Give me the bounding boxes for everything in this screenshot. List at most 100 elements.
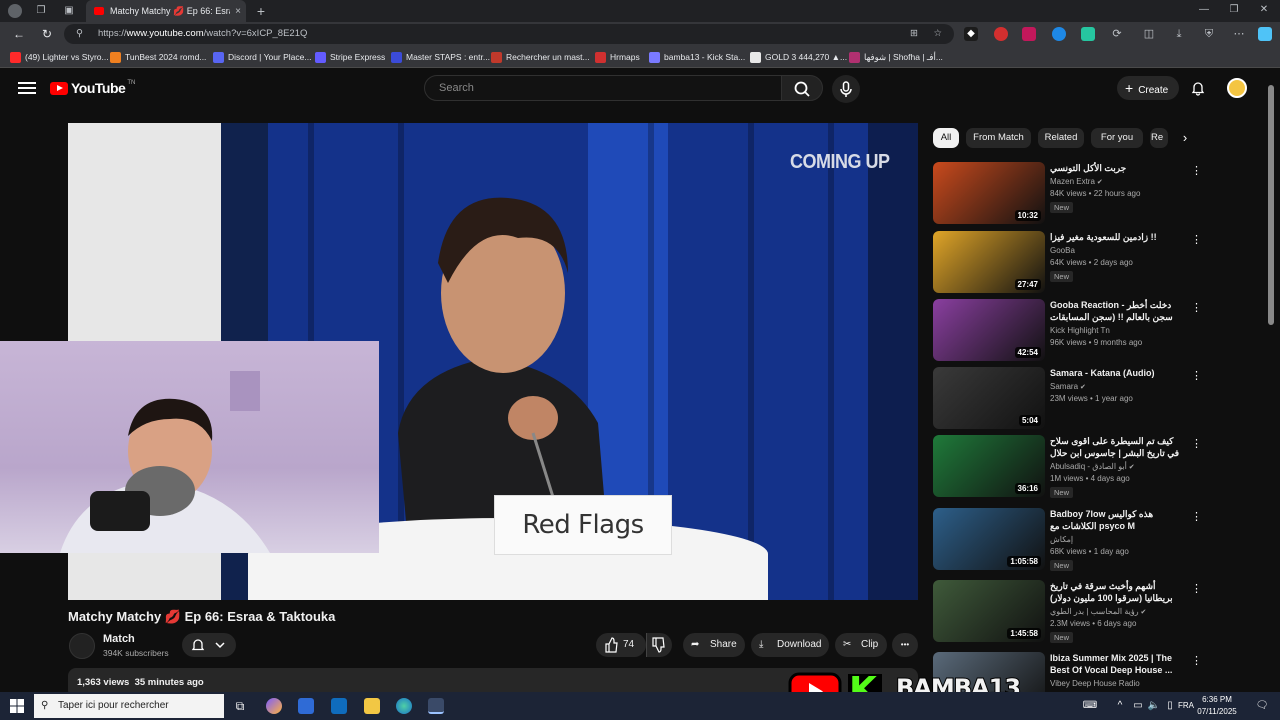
browser-menu-icon[interactable]: ⋯	[1232, 27, 1246, 41]
close-window-icon[interactable]: ✕	[1256, 3, 1272, 17]
store-icon[interactable]	[298, 698, 314, 714]
windows-start-icon[interactable]	[9, 698, 25, 714]
restore-icon[interactable]: ❐	[1226, 3, 1242, 17]
video-thumbnail[interactable]: 42:54	[933, 299, 1045, 361]
video-options-kebab-icon[interactable]: ⋮	[1191, 233, 1202, 246]
voice-search-button[interactable]	[832, 75, 860, 103]
downloads-icon[interactable]: ⤓	[1172, 27, 1186, 41]
recommended-channel[interactable]: إمكاش	[1050, 535, 1073, 544]
recommended-video[interactable]: 1:05:58 Badboy 7low هذه كواليس الكلاشات م…	[933, 508, 1208, 571]
notifications-bell-icon[interactable]	[1190, 80, 1206, 96]
channel-name[interactable]: Match	[103, 633, 135, 645]
chip-related[interactable]: Related	[1038, 128, 1084, 148]
search-button[interactable]	[781, 75, 823, 101]
edge-icon[interactable]	[396, 698, 412, 714]
extension-green-icon[interactable]	[1081, 27, 1095, 41]
search-input[interactable]: Search	[424, 75, 782, 101]
download-button[interactable]: ⤓ Download	[751, 633, 829, 657]
copilot-icon[interactable]	[266, 698, 282, 714]
notification-center-icon[interactable]: 🗨	[1254, 698, 1270, 714]
recommended-title[interactable]: Samara - Katana (Audio)	[1050, 367, 1185, 379]
taskbar-search-input[interactable]: ⚲ Taper ici pour rechercher	[34, 694, 224, 718]
share-button[interactable]: ➦ Share	[683, 633, 745, 657]
recommended-channel[interactable]: Abulsadiq - أبو الصادق ✔	[1050, 462, 1135, 471]
reload-icon[interactable]: ↻	[40, 27, 54, 41]
video-options-kebab-icon[interactable]: ⋮	[1191, 510, 1202, 523]
file-explorer-icon[interactable]	[364, 698, 380, 714]
bookmark-item[interactable]: GOLD 3 444,270 ▲...	[750, 50, 847, 64]
mail-icon[interactable]	[331, 698, 347, 714]
volume-icon[interactable]: 🔈	[1146, 698, 1162, 714]
clip-button[interactable]: ✂ Clip	[835, 633, 887, 657]
bookmark-item[interactable]: Discord | Your Place...	[213, 50, 311, 64]
bookmark-item[interactable]: Rechercher un mast...	[491, 50, 590, 64]
recommended-video[interactable]: 27:47 زادمين للسعودية مغير فيزا !! GooBa 64…	[933, 231, 1208, 293]
video-thumbnail[interactable]: 36:16	[933, 435, 1045, 497]
tab-close-icon[interactable]: ×	[230, 6, 246, 17]
video-thumbnail[interactable]: 5:04	[933, 367, 1045, 429]
recommended-video[interactable]: 36:16 كيف تم السيطرة على اقوى سلاح في تار…	[933, 435, 1208, 498]
recommended-video[interactable]: 1:45:58 أشهم وأخبث سرقة في تاريخ بريطانيا…	[933, 580, 1208, 643]
bookmark-item[interactable]: شوفها | Shofha | أفـ...	[849, 50, 943, 64]
video-options-kebab-icon[interactable]: ⋮	[1191, 654, 1202, 667]
video-options-kebab-icon[interactable]: ⋮	[1191, 301, 1202, 314]
extension-pink-icon[interactable]	[1022, 27, 1036, 41]
extensions-puzzle-icon[interactable]: ⟳	[1110, 27, 1124, 41]
recommended-channel[interactable]: Samara ✔	[1050, 382, 1086, 391]
extension-diamond-icon[interactable]: ◆	[964, 27, 978, 41]
back-arrow-icon[interactable]: ←	[12, 27, 26, 41]
recommended-channel[interactable]: Mazen Extra ✔	[1050, 177, 1103, 186]
chip-recently-uploaded[interactable]: Re	[1150, 128, 1168, 148]
minimize-icon[interactable]: —	[1196, 3, 1212, 17]
video-thumbnail[interactable]: 27:47	[933, 231, 1045, 293]
chip-all[interactable]: All	[933, 128, 959, 148]
page-scrollbar[interactable]	[1268, 85, 1274, 325]
video-thumbnail[interactable]: 1:45:58	[933, 580, 1045, 642]
vpn-icon[interactable]: ⛨	[1202, 27, 1216, 41]
bookmark-item[interactable]: (49) Lighter vs Styro...	[10, 50, 109, 64]
extension-blue-icon[interactable]	[1052, 27, 1066, 41]
hamburger-menu-icon[interactable]	[18, 79, 36, 97]
chips-next-chevron-icon[interactable]: ›	[1178, 131, 1192, 145]
recommended-title[interactable]: زادمين للسعودية مغير فيزا !!	[1050, 231, 1185, 243]
network-icon[interactable]: ▭	[1130, 698, 1146, 714]
profile-icon[interactable]	[8, 4, 22, 18]
recommended-channel[interactable]: Kick Highlight Tn	[1050, 326, 1110, 335]
recommended-video[interactable]: 5:04 Samara - Katana (Audio) Samara ✔ 23M v…	[933, 367, 1208, 429]
recommended-title[interactable]: Badboy 7low هذه كواليس الكلاشات مع psyco…	[1050, 508, 1185, 532]
chip-for-you[interactable]: For you	[1091, 128, 1143, 148]
bookmark-item[interactable]: Stripe Express	[315, 50, 385, 64]
subscription-bell-button[interactable]	[182, 633, 236, 657]
input-language[interactable]: FRA	[1178, 701, 1194, 710]
video-thumbnail[interactable]: 10:32	[933, 162, 1045, 224]
chip-from-match[interactable]: From Match	[966, 128, 1031, 148]
create-button[interactable]: + Create	[1117, 76, 1179, 100]
youtube-logo[interactable]: YouTube TN	[50, 80, 135, 96]
active-app-icon[interactable]	[428, 698, 444, 714]
video-options-kebab-icon[interactable]: ⋮	[1191, 582, 1202, 595]
workspaces-icon[interactable]: ❐	[34, 4, 48, 18]
recommended-channel[interactable]: رؤية المحاسب | بدر الطوي ✔	[1050, 607, 1146, 616]
install-app-icon[interactable]: ⊞	[910, 24, 918, 44]
more-actions-button[interactable]: •••	[892, 633, 918, 657]
recommended-title[interactable]: كيف تم السيطرة على اقوى سلاح في تاريخ ال…	[1050, 435, 1185, 459]
recommended-title[interactable]: جربت الأكل التونسي	[1050, 162, 1185, 174]
assistant-icon[interactable]	[1258, 27, 1272, 41]
bookmark-item[interactable]: TunBest 2024 romd...	[110, 50, 206, 64]
video-options-kebab-icon[interactable]: ⋮	[1191, 369, 1202, 382]
system-clock[interactable]: 6:36 PM 07/11/2025	[1194, 694, 1240, 718]
video-options-kebab-icon[interactable]: ⋮	[1191, 437, 1202, 450]
like-button[interactable]: 74	[596, 633, 646, 657]
recommended-title[interactable]: Gooba Reaction - دخلت أخطر سجن بالعالم !…	[1050, 299, 1185, 324]
recommended-video[interactable]: 10:32 جربت الأكل التونسي Mazen Extra ✔ 84K …	[933, 162, 1208, 224]
extension-red-icon[interactable]	[994, 27, 1008, 41]
recommended-channel[interactable]: GooBa	[1050, 246, 1075, 255]
bookmark-star-icon[interactable]: ☆	[933, 24, 942, 44]
account-avatar[interactable]	[1227, 78, 1247, 98]
tab-actions-icon[interactable]: ▣	[62, 4, 76, 18]
battery-icon[interactable]: ▯	[1162, 698, 1178, 714]
bookmark-item[interactable]: Hrmaps	[595, 50, 640, 64]
url-field[interactable]: ⚲ https://www.youtube.com/watch?v=6xICP_…	[64, 24, 954, 44]
recommended-title[interactable]: أشهم وأخبث سرقة في تاريخ بريطانيا (سرقوا…	[1050, 580, 1185, 604]
tray-chevron-icon[interactable]: ^	[1112, 698, 1128, 714]
